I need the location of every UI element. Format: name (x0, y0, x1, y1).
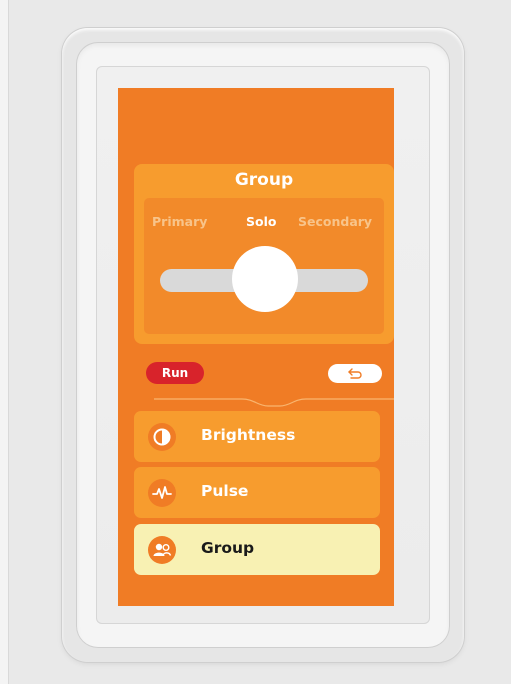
section-divider (154, 398, 394, 407)
list-item-label: Pulse (201, 482, 249, 500)
mode-slider-knob[interactable] (232, 246, 298, 312)
mode-secondary[interactable]: Secondary (298, 214, 372, 229)
mode-selector-panel: Primary Solo Secondary (144, 198, 384, 334)
mode-primary[interactable]: Primary (152, 214, 207, 229)
list-item-label: Brightness (201, 426, 296, 444)
list-item-brightness[interactable]: Brightness (134, 411, 380, 462)
touch-screen: Group Primary Solo Secondary Run Brightn… (118, 88, 394, 606)
card-title: Group (234, 170, 294, 190)
list-item-pulse[interactable]: Pulse (134, 467, 380, 518)
list-item-label: Group (201, 539, 255, 557)
pulse-wave-icon (148, 479, 176, 507)
back-button[interactable] (328, 364, 382, 383)
half-circle-icon (148, 423, 176, 451)
wall-edge (0, 0, 9, 684)
group-mode-card: Group Primary Solo Secondary (134, 164, 394, 344)
mode-solo[interactable]: Solo (246, 214, 276, 229)
run-button[interactable]: Run (146, 362, 204, 384)
group-users-icon (148, 536, 176, 564)
list-item-group[interactable]: Group (134, 524, 380, 575)
